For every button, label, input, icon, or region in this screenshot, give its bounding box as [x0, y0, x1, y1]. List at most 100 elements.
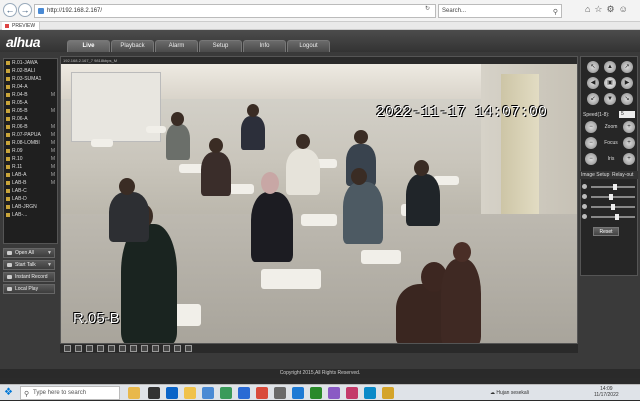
ptz-center-button[interactable]: ▣: [604, 77, 616, 89]
forward-button[interactable]: →: [18, 3, 32, 17]
tab-preview[interactable]: PREVIEW: [2, 22, 41, 30]
tab-logout[interactable]: Logout: [287, 40, 330, 52]
app-icon[interactable]: [274, 387, 286, 399]
ptz-up-button[interactable]: ▲: [604, 61, 616, 73]
slider-track[interactable]: [591, 194, 635, 200]
instant-record-button[interactable]: Instant Record: [3, 272, 55, 282]
video-tool-button[interactable]: [185, 345, 192, 352]
app-icon[interactable]: [292, 387, 304, 399]
zoom-out-button[interactable]: −: [585, 121, 597, 133]
focus-in-button[interactable]: +: [623, 137, 635, 149]
refresh-icon[interactable]: ↻: [425, 5, 430, 12]
channel-item[interactable]: R.07-PAPUA M: [4, 131, 57, 139]
video-tool-button[interactable]: [108, 345, 115, 352]
search-input[interactable]: Search... ⚲: [438, 4, 562, 18]
contrast-slider[interactable]: [582, 193, 636, 201]
slider-knob[interactable]: [609, 194, 613, 200]
mail-icon[interactable]: [202, 387, 214, 399]
ptz-down-button[interactable]: ▼: [604, 93, 616, 105]
channel-stream-mark[interactable]: M: [51, 123, 55, 131]
channel-item[interactable]: LAB-...: [4, 211, 57, 219]
channel-item[interactable]: R.05-A: [4, 99, 57, 107]
slider-track[interactable]: [591, 184, 635, 190]
tab-live[interactable]: Live: [67, 40, 110, 52]
browser-tool-icons[interactable]: ⌂☆⚙☺: [585, 4, 632, 15]
app-icon[interactable]: [364, 387, 376, 399]
slider-knob[interactable]: [611, 204, 615, 210]
channel-stream-mark[interactable]: M: [51, 131, 55, 139]
video-tool-button[interactable]: [64, 345, 71, 352]
ptz-left-button[interactable]: ◀: [587, 77, 599, 89]
app-icon[interactable]: [382, 387, 394, 399]
channel-stream-mark[interactable]: M: [51, 155, 55, 163]
back-button[interactable]: ←: [3, 3, 17, 17]
zoom-in-button[interactable]: +: [623, 121, 635, 133]
video-tool-button[interactable]: [163, 345, 170, 352]
start-talk-button[interactable]: Start Talk ▼: [3, 260, 55, 270]
channel-item[interactable]: R.11 M: [4, 163, 57, 171]
iris-open-button[interactable]: +: [623, 153, 635, 165]
channel-stream-mark[interactable]: M: [51, 139, 55, 147]
video-tool-button[interactable]: [130, 345, 137, 352]
channel-item[interactable]: R.05-B M: [4, 107, 57, 115]
chevron-down-icon[interactable]: ▼: [47, 249, 52, 258]
tab-setup[interactable]: Setup: [199, 40, 242, 52]
channel-item[interactable]: R.02-BALI: [4, 67, 57, 75]
edge-icon[interactable]: [166, 387, 178, 399]
file-explorer-icon[interactable]: [184, 387, 196, 399]
ptz-down-right-button[interactable]: ↘: [621, 93, 633, 105]
store-icon[interactable]: [220, 387, 232, 399]
tab-info[interactable]: Info: [243, 40, 286, 52]
channel-item[interactable]: LAB-D: [4, 195, 57, 203]
video-tool-button[interactable]: [97, 345, 104, 352]
open-all-button[interactable]: Open All ▼: [3, 248, 55, 258]
ptz-right-button[interactable]: ▶: [621, 77, 633, 89]
video-tool-button[interactable]: [141, 345, 148, 352]
local-play-button[interactable]: Local Play: [3, 284, 55, 294]
ptz-down-left-button[interactable]: ↙: [587, 93, 599, 105]
chevron-down-icon[interactable]: ▼: [47, 261, 52, 270]
video-tool-button[interactable]: [152, 345, 159, 352]
channel-item[interactable]: LAB-JRGN: [4, 203, 57, 211]
saturation-slider[interactable]: [582, 203, 636, 211]
channel-stream-mark[interactable]: M: [51, 107, 55, 115]
taskbar-search-input[interactable]: ⚲ Type here to search: [20, 386, 120, 400]
address-bar[interactable]: http://192.168.2.167/: [34, 4, 436, 18]
focus-out-button[interactable]: −: [585, 137, 597, 149]
app-icon[interactable]: [310, 387, 322, 399]
hue-slider[interactable]: [582, 213, 636, 221]
slider-knob[interactable]: [615, 214, 619, 220]
channel-stream-mark[interactable]: M: [51, 163, 55, 171]
video-tool-button[interactable]: [174, 345, 181, 352]
channel-item[interactable]: LAB-A M: [4, 171, 57, 179]
channel-item[interactable]: R.10 M: [4, 155, 57, 163]
tab-alarm[interactable]: Alarm: [155, 40, 198, 52]
chrome-icon[interactable]: [256, 387, 268, 399]
channel-stream-mark[interactable]: M: [51, 91, 55, 99]
slider-track[interactable]: [591, 204, 635, 210]
channel-item[interactable]: R.04-A: [4, 83, 57, 91]
ptz-up-right-button[interactable]: ↗: [621, 61, 633, 73]
channel-item[interactable]: R.06-A: [4, 115, 57, 123]
iris-close-button[interactable]: −: [585, 153, 597, 165]
weather-widget[interactable]: ☁ Hujan sesekali: [490, 387, 529, 399]
tab-image-setup[interactable]: Image Setup: [581, 171, 609, 179]
channel-item[interactable]: R.09 M: [4, 147, 57, 155]
video-tool-button[interactable]: [119, 345, 126, 352]
video-view[interactable]: 192.168.2.167_7 9818kbps_M 2022-11-17 14…: [60, 56, 578, 344]
channel-item[interactable]: R.06-B M: [4, 123, 57, 131]
speed-select[interactable]: 5: [619, 111, 635, 118]
channel-item[interactable]: R.03-SUMA1: [4, 75, 57, 83]
channel-item[interactable]: LAB-B M: [4, 179, 57, 187]
channel-item[interactable]: LAB-C: [4, 187, 57, 195]
ie-icon[interactable]: [238, 387, 250, 399]
task-view-icon[interactable]: [148, 387, 160, 399]
channel-stream-mark[interactable]: M: [51, 147, 55, 155]
channel-item[interactable]: R.08-LOMBI M: [4, 139, 57, 147]
ptz-up-left-button[interactable]: ↖: [587, 61, 599, 73]
app-icon[interactable]: [346, 387, 358, 399]
app-icon[interactable]: [328, 387, 340, 399]
video-tool-button[interactable]: [75, 345, 82, 352]
tab-relay-out[interactable]: Relay-out: [612, 171, 633, 179]
slider-track[interactable]: [591, 214, 635, 220]
